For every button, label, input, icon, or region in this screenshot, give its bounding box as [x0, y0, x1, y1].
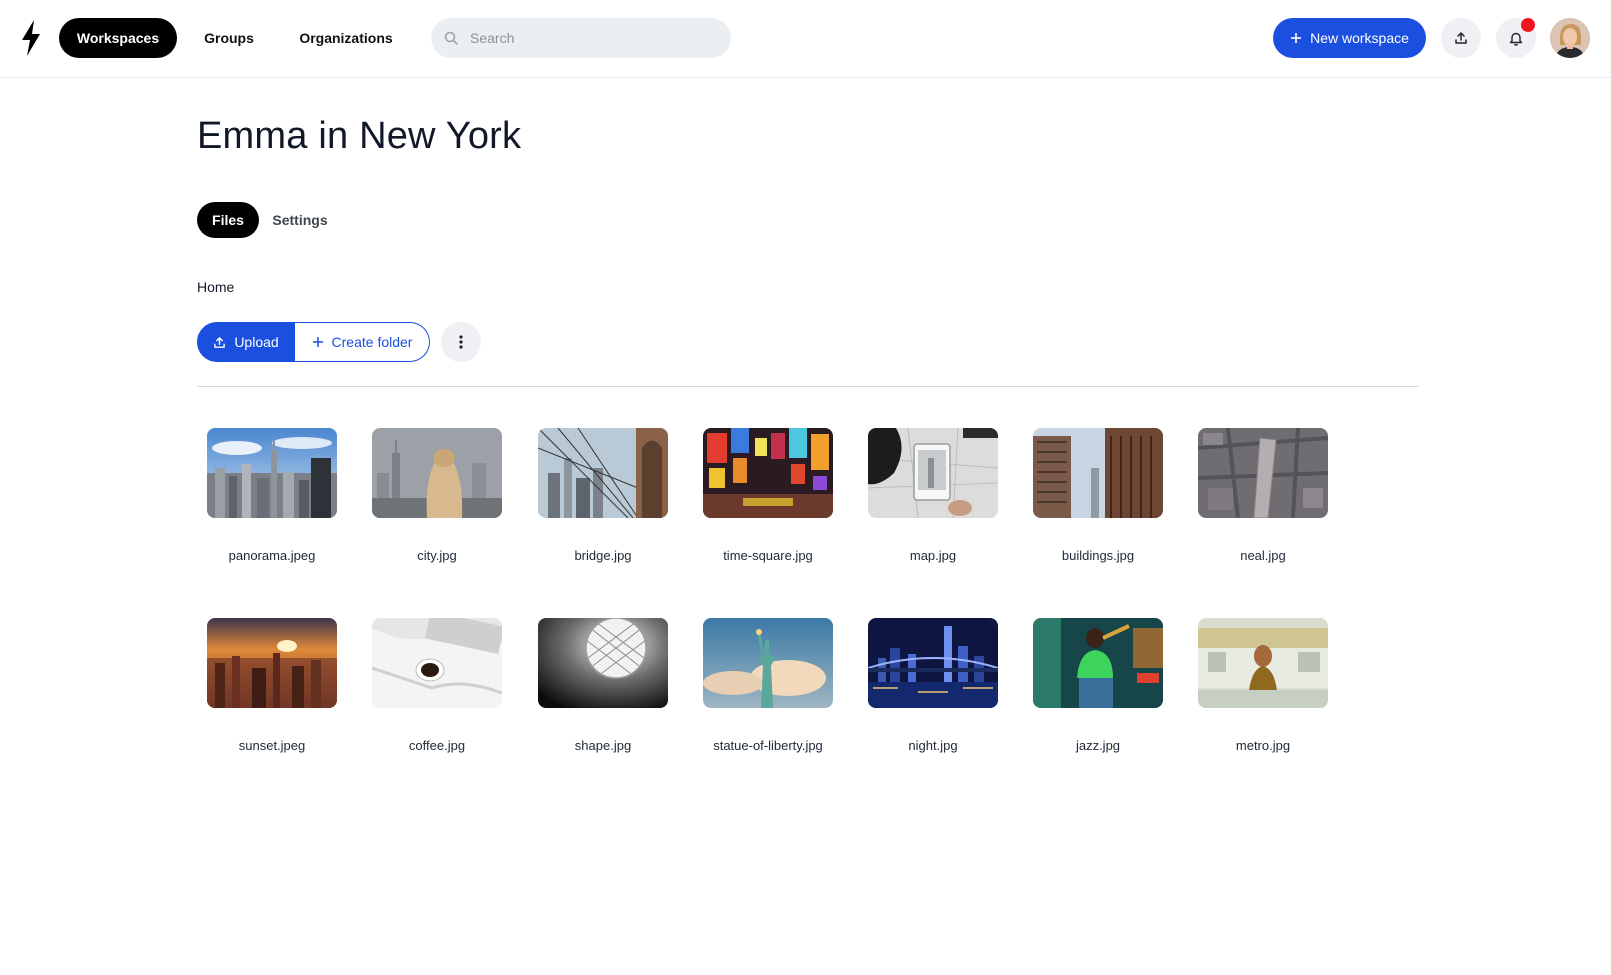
file-name: statue-of-liberty.jpg [713, 738, 823, 753]
file-name: night.jpg [908, 738, 958, 753]
more-vertical-icon [459, 335, 463, 349]
file-thumbnail [1033, 428, 1163, 518]
file-item[interactable]: bridge.jpg [537, 428, 669, 563]
upload-icon [1455, 32, 1467, 44]
file-thumbnail [1198, 618, 1328, 708]
tab-files[interactable]: Files [197, 202, 259, 238]
file-item[interactable]: coffee.jpg [371, 618, 503, 753]
search-box [431, 18, 731, 58]
notification-badge [1521, 18, 1535, 32]
file-item[interactable]: shape.jpg [537, 618, 669, 753]
create-folder-label: Create folder [331, 334, 413, 350]
file-thumbnail [372, 428, 502, 518]
file-thumbnail [207, 618, 337, 708]
file-thumbnail [703, 618, 833, 708]
file-name: map.jpg [909, 548, 957, 563]
new-workspace-button[interactable]: New workspace [1273, 18, 1426, 58]
divider [197, 386, 1419, 387]
file-name: coffee.jpg [408, 738, 466, 753]
file-thumbnail [538, 618, 668, 708]
create-folder-button[interactable]: Create folder [295, 322, 430, 362]
file-thumbnail [1198, 428, 1328, 518]
file-item[interactable]: panorama.jpeg [206, 428, 338, 563]
file-name: jazz.jpg [1075, 738, 1121, 753]
file-item[interactable]: statue-of-liberty.jpg [702, 618, 834, 753]
plus-icon [312, 337, 323, 347]
file-thumbnail [703, 428, 833, 518]
file-thumbnail [207, 428, 337, 518]
file-name: neal.jpg [1240, 548, 1286, 563]
file-thumbnail [1033, 618, 1163, 708]
upload-label: Upload [234, 334, 279, 350]
file-name: metro.jpg [1235, 738, 1291, 753]
file-item[interactable]: sunset.jpeg [206, 618, 338, 753]
file-thumbnail [538, 428, 668, 518]
file-thumbnail [868, 618, 998, 708]
file-name: shape.jpg [574, 738, 632, 753]
page-title: Emma in New York [197, 115, 522, 157]
file-thumbnail [868, 428, 998, 518]
search-icon [444, 31, 458, 45]
new-workspace-label: New workspace [1310, 30, 1409, 46]
upload-button[interactable] [1441, 18, 1481, 58]
file-item[interactable]: neal.jpg [1197, 428, 1329, 563]
file-name: time-square.jpg [723, 548, 813, 563]
file-name: panorama.jpeg [228, 548, 316, 563]
file-item[interactable]: map.jpg [867, 428, 999, 563]
upload-icon [214, 336, 226, 348]
nav-organizations[interactable]: Organizations [290, 18, 402, 58]
tab-settings[interactable]: Settings [267, 202, 333, 238]
nav-groups[interactable]: Groups [190, 18, 268, 58]
file-item[interactable]: jazz.jpg [1032, 618, 1164, 753]
plus-icon [1291, 33, 1302, 43]
file-name: bridge.jpg [574, 548, 632, 563]
lightning-bolt-icon[interactable] [20, 20, 42, 56]
file-actions: Upload Create folder [197, 322, 430, 362]
avatar[interactable] [1550, 18, 1590, 58]
file-name: buildings.jpg [1061, 548, 1135, 563]
file-name: sunset.jpeg [238, 738, 306, 753]
file-item[interactable]: metro.jpg [1197, 618, 1329, 753]
bell-icon [1509, 32, 1523, 46]
file-thumbnail [372, 618, 502, 708]
breadcrumb-home[interactable]: Home [197, 279, 234, 295]
file-item[interactable]: buildings.jpg [1032, 428, 1164, 563]
file-item[interactable]: city.jpg [371, 428, 503, 563]
top-navigation-bar: Workspaces Groups Organizations New work… [0, 0, 1611, 78]
nav-workspaces[interactable]: Workspaces [59, 18, 177, 58]
file-name: city.jpg [417, 548, 457, 563]
upload-files-button[interactable]: Upload [197, 322, 295, 362]
search-input[interactable] [470, 30, 700, 46]
file-item[interactable]: time-square.jpg [702, 428, 834, 563]
file-item[interactable]: night.jpg [867, 618, 999, 753]
more-actions-button[interactable] [441, 322, 481, 362]
